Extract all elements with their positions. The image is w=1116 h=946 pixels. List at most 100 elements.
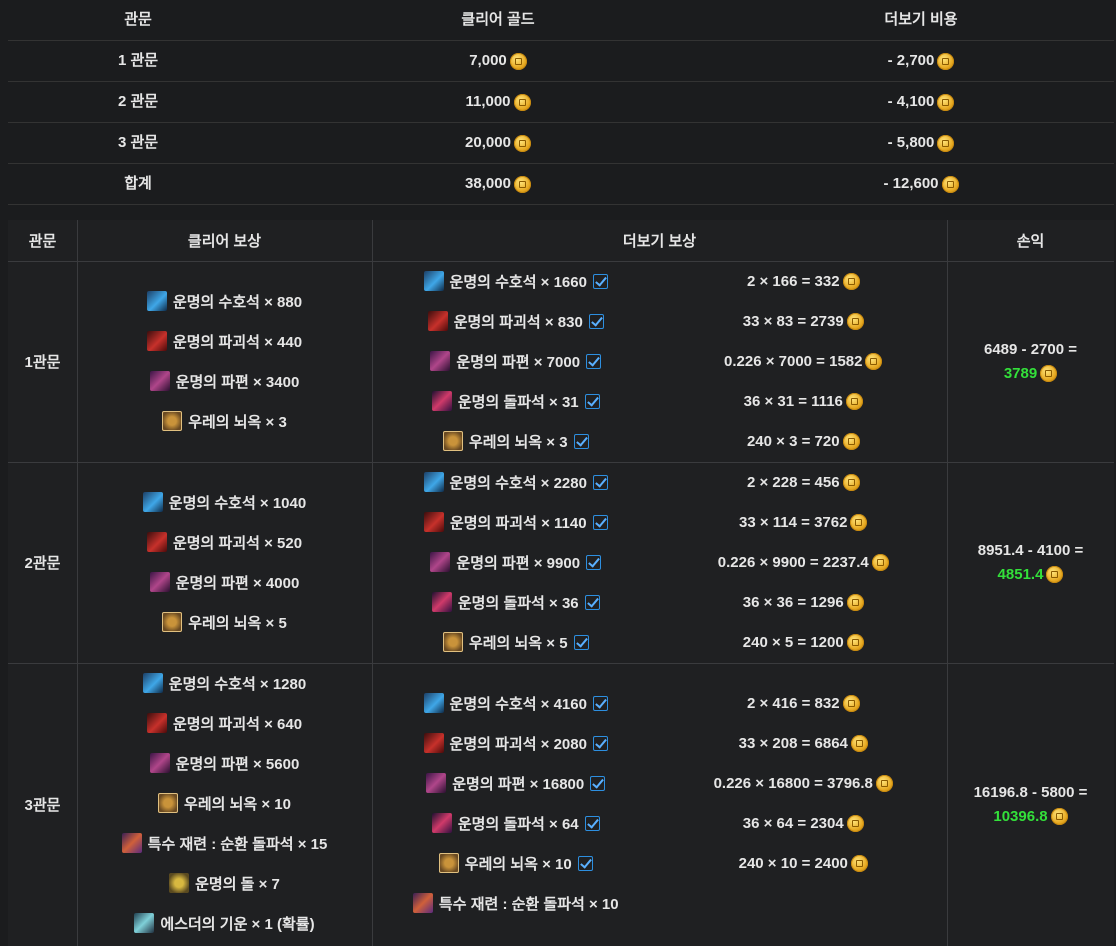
more-reward-checkbox[interactable]	[586, 353, 602, 369]
esther-energy-icon	[134, 913, 155, 933]
summary-header-gate: 관문	[124, 11, 152, 28]
guardian-stone-icon	[423, 271, 444, 291]
gold-coin-icon	[850, 854, 868, 872]
clear-reward-text: 운명의 수호석 × 1040	[168, 494, 307, 512]
clear-reward-text: 운명의 파괴석 × 520	[172, 534, 303, 552]
more-reward-text: 운명의 파편 × 7000	[456, 353, 581, 371]
gold-summary-table: 관문 클리어 골드 더보기 비용 1 관문 7,000 - 2,700 2 관문 11,…	[8, 0, 1114, 205]
more-reward-checkbox[interactable]	[592, 735, 608, 751]
gold-coin-icon	[850, 513, 868, 531]
guardian-stone-icon	[142, 673, 163, 693]
shard-icon	[426, 773, 447, 793]
clear-reward-text: 우레의 뇌옥 × 10	[184, 795, 291, 813]
summary-clear-gold: 11,000	[268, 82, 728, 122]
summary-more-cost: - 5,800	[728, 123, 1114, 163]
more-cost-value: - 2,700	[887, 52, 935, 69]
summary-clear-gold: 38,000	[268, 164, 728, 204]
destruction-stone-icon	[146, 532, 167, 552]
more-reward-value: 33 × 83 = 2739	[660, 311, 948, 331]
more-cost-value: - 5,800	[887, 134, 935, 151]
more-reward-item: 운명의 수호석 × 4160	[372, 693, 660, 713]
more-reward-checkbox[interactable]	[586, 554, 602, 570]
more-reward-value: 0.226 × 16800 = 3796.8	[660, 773, 948, 793]
more-reward-item: 운명의 돌파석 × 64	[372, 813, 660, 833]
more-reward-item: 우레의 뇌옥 × 3	[372, 431, 660, 451]
destruction-stone-icon	[423, 512, 444, 532]
value-calc-text: 36 × 64 = 2304	[742, 814, 844, 832]
more-reward-text: 우레의 뇌옥 × 3	[468, 433, 568, 451]
more-reward-text: 운명의 파괴석 × 1140	[449, 514, 587, 532]
more-reward-item: 운명의 수호석 × 2280	[372, 472, 660, 492]
value-calc-text: 0.226 × 16800 = 3796.8	[713, 774, 873, 792]
value-calc-text: 240 × 5 = 1200	[742, 633, 844, 651]
clear-reward-item: 운명의 파괴석 × 440	[77, 331, 372, 351]
detail-header-more-reward: 더보기 보상	[622, 232, 697, 250]
more-reward-text: 운명의 수호석 × 2280	[449, 474, 587, 492]
clear-reward-text: 운명의 파편 × 5600	[175, 755, 300, 773]
value-calc-text: 33 × 208 = 6864	[738, 734, 848, 752]
more-reward-value: 36 × 64 = 2304	[660, 813, 948, 833]
gold-coin-icon	[513, 134, 531, 152]
gold-coin-icon	[1040, 365, 1058, 382]
more-reward-text: 운명의 돌파석 × 64	[457, 815, 579, 833]
profit-calc: 16196.8 - 5800 =	[973, 784, 1088, 801]
profit-result: 3789	[947, 364, 1114, 384]
gold-coin-icon	[845, 392, 863, 410]
detail-header-clear-reward: 클리어 보상	[187, 232, 262, 250]
clear-gold-value: 7,000	[469, 52, 507, 69]
gold-coin-icon	[937, 134, 955, 152]
gold-coin-icon	[509, 52, 527, 70]
destruction-stone-icon	[423, 733, 444, 753]
gold-coin-icon	[941, 175, 959, 193]
leapstone-icon	[162, 411, 183, 431]
detail-header-profit: 손익	[1016, 232, 1045, 250]
more-reward-text: 특수 재련 : 순환 돌파석 × 10	[438, 895, 619, 913]
summary-clear-gold: 20,000	[268, 123, 728, 163]
more-reward-checkbox[interactable]	[592, 474, 608, 490]
summary-row: 합계 38,000 - 12,600	[8, 164, 1114, 205]
reward-detail-table: 관문 클리어 보상 더보기 보상 손익 1관문 운명의 수호석 × 880 운명의 …	[8, 220, 1114, 946]
clear-reward-text: 우레의 뇌옥 × 5	[188, 614, 287, 632]
special-refine-icon	[412, 893, 433, 913]
more-reward-checkbox[interactable]	[588, 313, 604, 329]
more-reward-text: 운명의 수호석 × 4160	[449, 695, 587, 713]
shard-icon	[149, 572, 170, 592]
gate-name: 3관문	[24, 797, 61, 814]
more-reward-item: 운명의 돌파석 × 36	[372, 592, 660, 612]
destruction-stone-icon	[146, 331, 167, 351]
destruction-stone-icon	[146, 713, 167, 733]
more-reward-checkbox[interactable]	[584, 393, 600, 409]
more-reward-checkbox[interactable]	[584, 594, 600, 610]
more-reward-checkbox[interactable]	[573, 433, 589, 449]
clear-reward-text: 운명의 돌 × 7	[195, 875, 280, 893]
gold-coin-icon	[937, 93, 955, 111]
more-reward-checkbox[interactable]	[577, 855, 593, 871]
gem-icon	[431, 391, 452, 411]
gold-coin-icon	[871, 553, 889, 571]
more-reward-text: 운명의 파괴석 × 2080	[449, 735, 587, 753]
clear-gold-value: 20,000	[465, 134, 511, 151]
more-reward-checkbox[interactable]	[584, 815, 600, 831]
more-reward-text: 우레의 뇌옥 × 5	[468, 634, 568, 652]
shard-icon	[149, 371, 170, 391]
more-reward-checkbox[interactable]	[573, 634, 589, 650]
more-reward-checkbox[interactable]	[592, 514, 608, 530]
more-cost-value: - 4,100	[887, 93, 935, 110]
gold-coin-icon	[846, 814, 864, 832]
clear-reward-item: 운명의 파편 × 5600	[77, 753, 372, 773]
more-reward-checkbox[interactable]	[592, 695, 608, 711]
more-reward-item: 운명의 파편 × 16800	[372, 773, 660, 793]
summary-gate: 합계	[124, 175, 152, 192]
gold-coin-icon	[842, 473, 860, 491]
clear-reward-text: 운명의 파괴석 × 440	[172, 333, 303, 351]
more-reward-item: 운명의 파괴석 × 2080	[372, 733, 660, 753]
value-calc-text: 240 × 10 = 2400	[738, 854, 848, 872]
leapstone-icon	[162, 612, 183, 632]
summary-row: 1 관문 7,000 - 2,700	[8, 41, 1114, 82]
more-reward-value: 240 × 5 = 1200	[660, 632, 948, 652]
clear-reward-item: 운명의 수호석 × 880	[77, 291, 372, 311]
more-reward-item: 우레의 뇌옥 × 10	[372, 853, 660, 873]
more-reward-checkbox[interactable]	[590, 775, 606, 791]
row-divider	[8, 663, 1114, 664]
more-reward-checkbox[interactable]	[592, 273, 608, 289]
